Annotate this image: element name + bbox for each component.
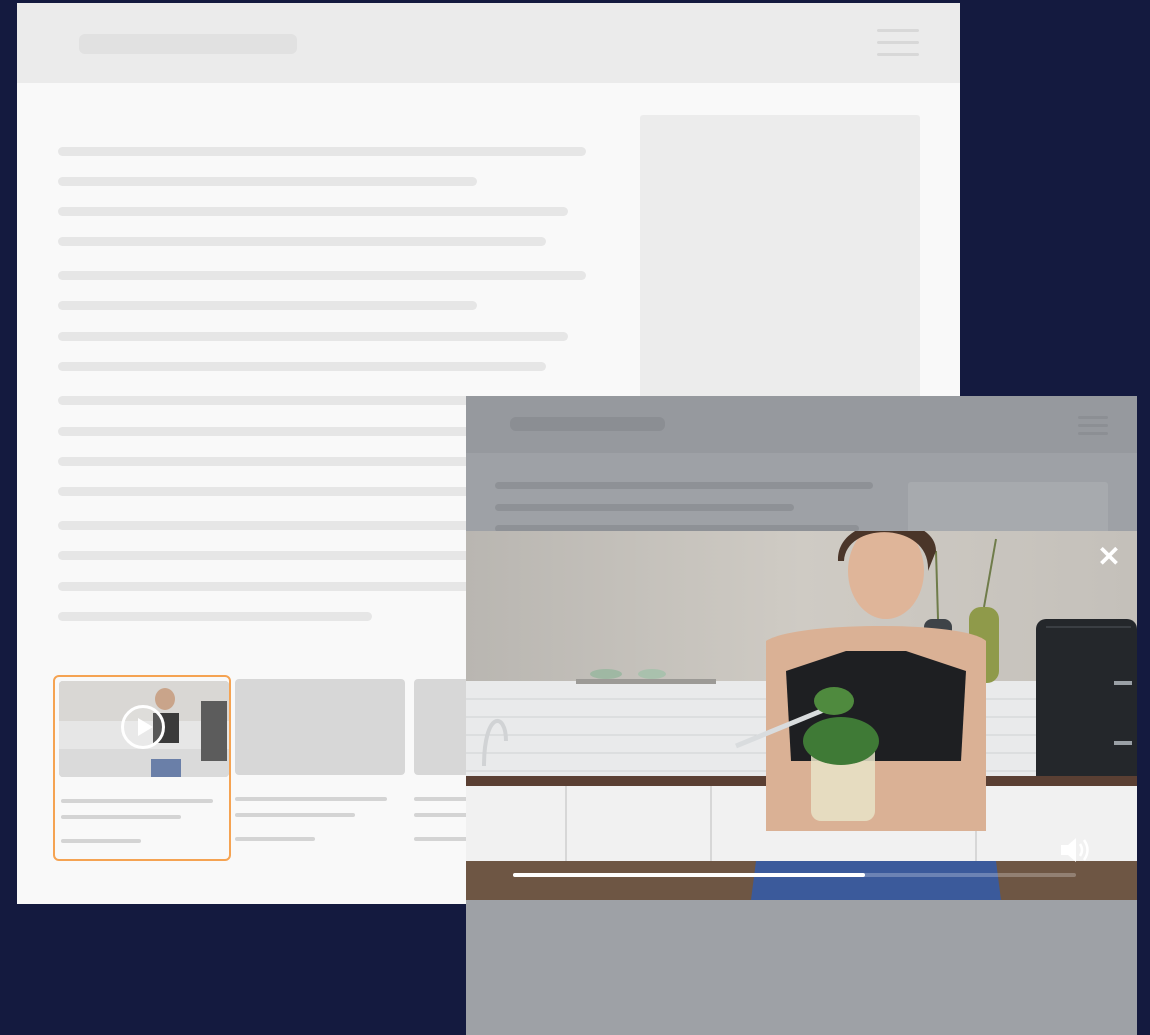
video-progress-fill — [513, 873, 865, 877]
title-placeholder — [510, 417, 665, 431]
close-icon[interactable]: ✕ — [1095, 543, 1123, 571]
mobile-page-mockup: ✕ — [466, 396, 1137, 1035]
video-thumbnail-image[interactable] — [59, 681, 229, 777]
hamburger-icon[interactable] — [1078, 414, 1108, 436]
video-progress-bar[interactable] — [513, 873, 1076, 877]
thumbnail-image-placeholder[interactable] — [235, 679, 405, 775]
video-thumbnail-card-selected[interactable] — [53, 675, 231, 861]
hamburger-icon[interactable] — [877, 27, 919, 59]
video-frame-kitchen-woman-salad — [466, 531, 1137, 900]
volume-icon[interactable] — [1058, 835, 1092, 865]
mobile-header — [466, 396, 1137, 453]
sidebar-ad-placeholder — [640, 115, 920, 415]
title-placeholder — [79, 34, 297, 54]
play-icon[interactable] — [121, 705, 165, 749]
video-player[interactable]: ✕ — [466, 531, 1137, 900]
thumbnail-card[interactable] — [231, 675, 409, 861]
desktop-header — [17, 3, 960, 83]
